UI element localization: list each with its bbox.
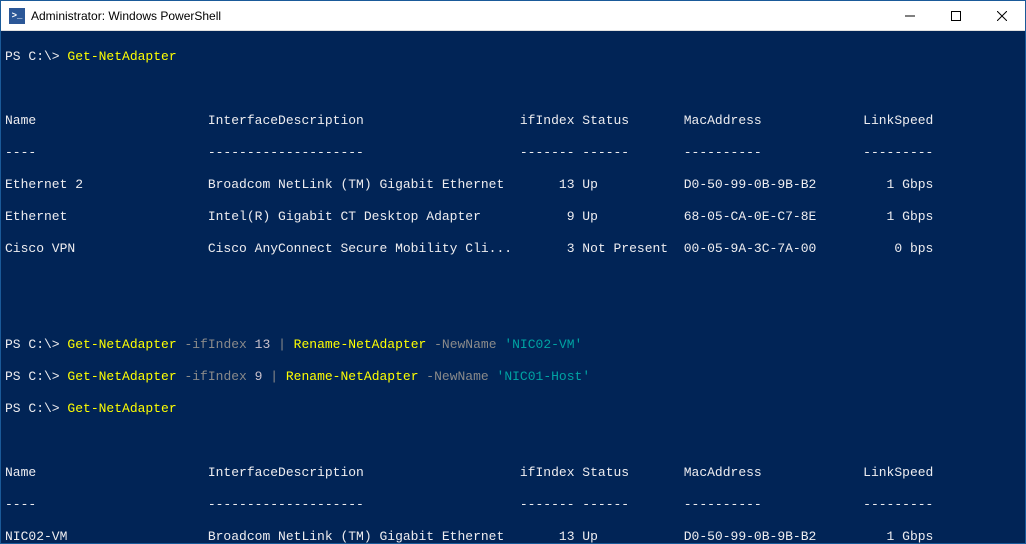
cmdlet: Get-NetAdapter: [67, 337, 176, 352]
table-header: Name InterfaceDescription ifIndex Status…: [5, 113, 1021, 129]
command-line: PS C:\> Get-NetAdapter: [5, 401, 1021, 417]
terminal-body[interactable]: PS C:\> Get-NetAdapter Name InterfaceDes…: [1, 31, 1025, 543]
blank-line: [5, 433, 1021, 449]
argument: 13: [247, 337, 270, 352]
close-icon: [997, 11, 1007, 21]
cmdlet: Rename-NetAdapter: [286, 369, 419, 384]
cmdlet: Rename-NetAdapter: [294, 337, 427, 352]
prompt: PS C:\>: [5, 401, 67, 416]
parameter: -ifIndex: [177, 337, 247, 352]
parameter: -NewName: [426, 337, 496, 352]
maximize-icon: [951, 11, 961, 21]
minimize-icon: [905, 11, 915, 21]
table-separator: ---- -------------------- ------- ------…: [5, 145, 1021, 161]
window-title: Administrator: Windows PowerShell: [31, 9, 887, 23]
prompt: PS C:\>: [5, 49, 67, 64]
cmdlet: Get-NetAdapter: [67, 49, 176, 64]
blank-line: [5, 273, 1021, 289]
argument: 9: [247, 369, 263, 384]
window-controls: [887, 1, 1025, 30]
table-separator: ---- -------------------- ------- ------…: [5, 497, 1021, 513]
prompt: PS C:\>: [5, 337, 67, 352]
blank-line: [5, 305, 1021, 321]
parameter: -NewName: [419, 369, 489, 384]
pipe: |: [270, 337, 293, 352]
string-literal: 'NIC01-Host': [489, 369, 590, 384]
minimize-button[interactable]: [887, 1, 933, 30]
table-header: Name InterfaceDescription ifIndex Status…: [5, 465, 1021, 481]
prompt: PS C:\>: [5, 369, 67, 384]
string-literal: 'NIC02-VM': [497, 337, 583, 352]
command-line: PS C:\> Get-NetAdapter: [5, 49, 1021, 65]
table-row: Ethernet Intel(R) Gigabit CT Desktop Ada…: [5, 209, 1021, 225]
pipe: |: [262, 369, 285, 384]
blank-line: [5, 81, 1021, 97]
cmdlet: Get-NetAdapter: [67, 369, 176, 384]
titlebar[interactable]: >_ Administrator: Windows PowerShell: [1, 1, 1025, 31]
table-row: Cisco VPN Cisco AnyConnect Secure Mobili…: [5, 241, 1021, 257]
parameter: -ifIndex: [177, 369, 247, 384]
powershell-icon: >_: [9, 8, 25, 24]
table-row: NIC02-VM Broadcom NetLink (TM) Gigabit E…: [5, 529, 1021, 543]
maximize-button[interactable]: [933, 1, 979, 30]
table-row: Ethernet 2 Broadcom NetLink (TM) Gigabit…: [5, 177, 1021, 193]
powershell-window: >_ Administrator: Windows PowerShell PS …: [0, 0, 1026, 544]
command-line: PS C:\> Get-NetAdapter -ifIndex 9 | Rena…: [5, 369, 1021, 385]
close-button[interactable]: [979, 1, 1025, 30]
cmdlet: Get-NetAdapter: [67, 401, 176, 416]
command-line: PS C:\> Get-NetAdapter -ifIndex 13 | Ren…: [5, 337, 1021, 353]
